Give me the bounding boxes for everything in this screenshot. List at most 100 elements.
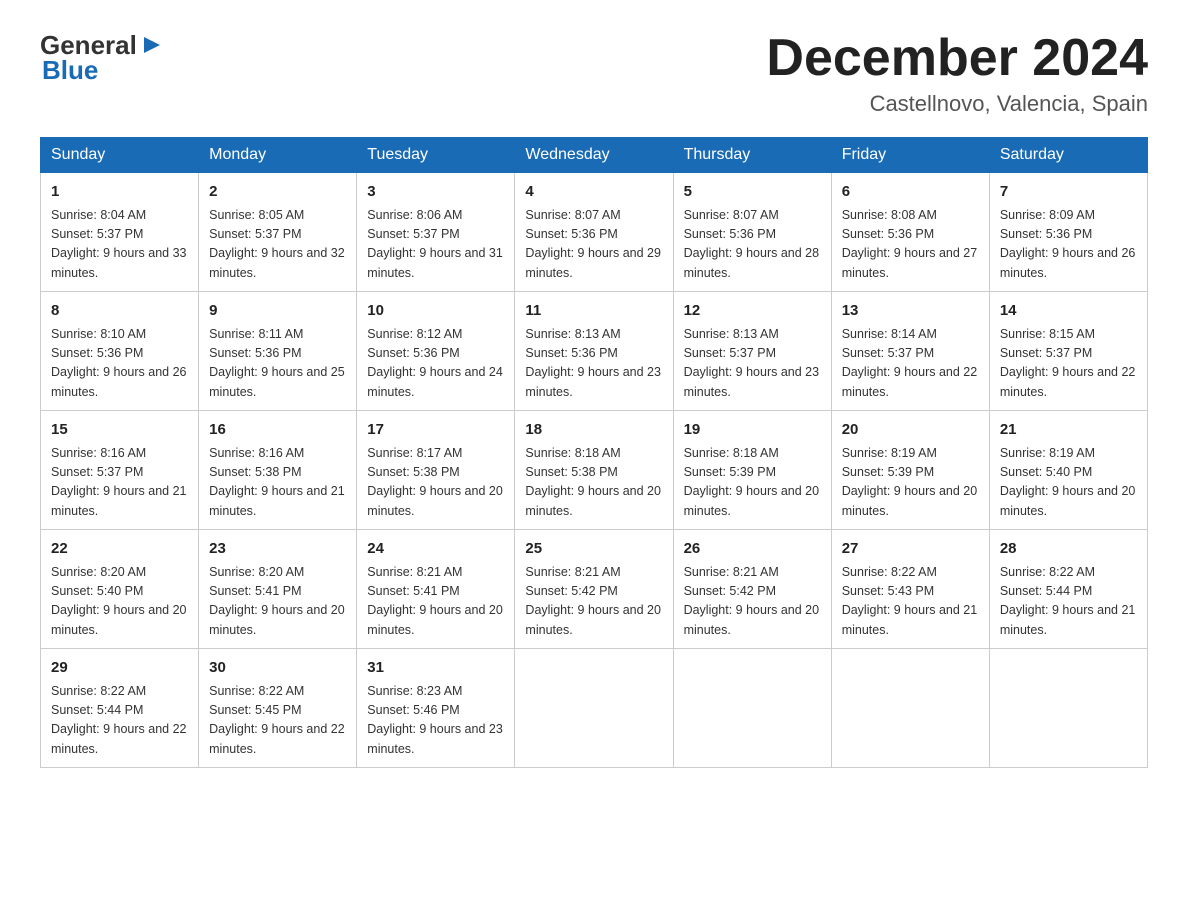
day-number: 23: [209, 538, 346, 561]
calendar-header-tuesday: Tuesday: [357, 138, 515, 173]
day-number: 6: [842, 181, 979, 204]
day-info: Sunrise: 8:07 AMSunset: 5:36 PMDaylight:…: [525, 206, 662, 284]
calendar-cell: 19Sunrise: 8:18 AMSunset: 5:39 PMDayligh…: [673, 411, 831, 530]
day-info: Sunrise: 8:14 AMSunset: 5:37 PMDaylight:…: [842, 325, 979, 403]
day-info: Sunrise: 8:18 AMSunset: 5:39 PMDaylight:…: [684, 444, 821, 522]
day-info: Sunrise: 8:22 AMSunset: 5:44 PMDaylight:…: [1000, 563, 1137, 641]
calendar-cell: 14Sunrise: 8:15 AMSunset: 5:37 PMDayligh…: [989, 292, 1147, 411]
day-number: 3: [367, 181, 504, 204]
day-info: Sunrise: 8:13 AMSunset: 5:37 PMDaylight:…: [684, 325, 821, 403]
day-info: Sunrise: 8:04 AMSunset: 5:37 PMDaylight:…: [51, 206, 188, 284]
calendar-cell: 24Sunrise: 8:21 AMSunset: 5:41 PMDayligh…: [357, 530, 515, 649]
day-info: Sunrise: 8:18 AMSunset: 5:38 PMDaylight:…: [525, 444, 662, 522]
day-info: Sunrise: 8:11 AMSunset: 5:36 PMDaylight:…: [209, 325, 346, 403]
day-info: Sunrise: 8:17 AMSunset: 5:38 PMDaylight:…: [367, 444, 504, 522]
day-number: 7: [1000, 181, 1137, 204]
day-info: Sunrise: 8:15 AMSunset: 5:37 PMDaylight:…: [1000, 325, 1137, 403]
calendar-week-row: 29Sunrise: 8:22 AMSunset: 5:44 PMDayligh…: [41, 649, 1148, 768]
calendar-cell: 17Sunrise: 8:17 AMSunset: 5:38 PMDayligh…: [357, 411, 515, 530]
day-info: Sunrise: 8:09 AMSunset: 5:36 PMDaylight:…: [1000, 206, 1137, 284]
day-number: 27: [842, 538, 979, 561]
day-info: Sunrise: 8:16 AMSunset: 5:37 PMDaylight:…: [51, 444, 188, 522]
calendar-cell: 22Sunrise: 8:20 AMSunset: 5:40 PMDayligh…: [41, 530, 199, 649]
calendar-cell: 31Sunrise: 8:23 AMSunset: 5:46 PMDayligh…: [357, 649, 515, 768]
calendar-table: SundayMondayTuesdayWednesdayThursdayFrid…: [40, 137, 1148, 768]
day-info: Sunrise: 8:16 AMSunset: 5:38 PMDaylight:…: [209, 444, 346, 522]
day-number: 2: [209, 181, 346, 204]
calendar-cell: 29Sunrise: 8:22 AMSunset: 5:44 PMDayligh…: [41, 649, 199, 768]
calendar-cell: 6Sunrise: 8:08 AMSunset: 5:36 PMDaylight…: [831, 173, 989, 292]
day-info: Sunrise: 8:08 AMSunset: 5:36 PMDaylight:…: [842, 206, 979, 284]
day-number: 28: [1000, 538, 1137, 561]
calendar-header-row: SundayMondayTuesdayWednesdayThursdayFrid…: [41, 138, 1148, 173]
title-block: December 2024 Castellnovo, Valencia, Spa…: [766, 30, 1148, 117]
day-number: 19: [684, 419, 821, 442]
calendar-cell: [515, 649, 673, 768]
calendar-cell: 8Sunrise: 8:10 AMSunset: 5:36 PMDaylight…: [41, 292, 199, 411]
day-info: Sunrise: 8:13 AMSunset: 5:36 PMDaylight:…: [525, 325, 662, 403]
calendar-cell: 1Sunrise: 8:04 AMSunset: 5:37 PMDaylight…: [41, 173, 199, 292]
day-number: 11: [525, 300, 662, 323]
calendar-cell: 12Sunrise: 8:13 AMSunset: 5:37 PMDayligh…: [673, 292, 831, 411]
day-info: Sunrise: 8:07 AMSunset: 5:36 PMDaylight:…: [684, 206, 821, 284]
day-number: 26: [684, 538, 821, 561]
day-number: 5: [684, 181, 821, 204]
day-info: Sunrise: 8:19 AMSunset: 5:40 PMDaylight:…: [1000, 444, 1137, 522]
day-number: 9: [209, 300, 346, 323]
day-info: Sunrise: 8:21 AMSunset: 5:42 PMDaylight:…: [525, 563, 662, 641]
day-number: 30: [209, 657, 346, 680]
calendar-week-row: 1Sunrise: 8:04 AMSunset: 5:37 PMDaylight…: [41, 173, 1148, 292]
calendar-cell: 25Sunrise: 8:21 AMSunset: 5:42 PMDayligh…: [515, 530, 673, 649]
subtitle: Castellnovo, Valencia, Spain: [766, 91, 1148, 117]
day-info: Sunrise: 8:22 AMSunset: 5:44 PMDaylight:…: [51, 682, 188, 760]
day-info: Sunrise: 8:22 AMSunset: 5:45 PMDaylight:…: [209, 682, 346, 760]
day-number: 21: [1000, 419, 1137, 442]
calendar-cell: 20Sunrise: 8:19 AMSunset: 5:39 PMDayligh…: [831, 411, 989, 530]
day-number: 12: [684, 300, 821, 323]
day-number: 25: [525, 538, 662, 561]
day-info: Sunrise: 8:05 AMSunset: 5:37 PMDaylight:…: [209, 206, 346, 284]
calendar-cell: 28Sunrise: 8:22 AMSunset: 5:44 PMDayligh…: [989, 530, 1147, 649]
calendar-cell: 2Sunrise: 8:05 AMSunset: 5:37 PMDaylight…: [199, 173, 357, 292]
day-number: 13: [842, 300, 979, 323]
calendar-cell: 11Sunrise: 8:13 AMSunset: 5:36 PMDayligh…: [515, 292, 673, 411]
day-info: Sunrise: 8:20 AMSunset: 5:40 PMDaylight:…: [51, 563, 188, 641]
day-number: 4: [525, 181, 662, 204]
calendar-header-saturday: Saturday: [989, 138, 1147, 173]
calendar-cell: 18Sunrise: 8:18 AMSunset: 5:38 PMDayligh…: [515, 411, 673, 530]
day-info: Sunrise: 8:06 AMSunset: 5:37 PMDaylight:…: [367, 206, 504, 284]
day-info: Sunrise: 8:22 AMSunset: 5:43 PMDaylight:…: [842, 563, 979, 641]
calendar-cell: 7Sunrise: 8:09 AMSunset: 5:36 PMDaylight…: [989, 173, 1147, 292]
calendar-header-monday: Monday: [199, 138, 357, 173]
page-header: General Blue December 2024 Castellnovo, …: [40, 30, 1148, 117]
calendar-cell: 13Sunrise: 8:14 AMSunset: 5:37 PMDayligh…: [831, 292, 989, 411]
day-info: Sunrise: 8:20 AMSunset: 5:41 PMDaylight:…: [209, 563, 346, 641]
calendar-cell: [831, 649, 989, 768]
day-number: 10: [367, 300, 504, 323]
day-number: 16: [209, 419, 346, 442]
day-info: Sunrise: 8:23 AMSunset: 5:46 PMDaylight:…: [367, 682, 504, 760]
day-number: 18: [525, 419, 662, 442]
calendar-cell: [989, 649, 1147, 768]
day-number: 15: [51, 419, 188, 442]
calendar-cell: 23Sunrise: 8:20 AMSunset: 5:41 PMDayligh…: [199, 530, 357, 649]
day-number: 1: [51, 181, 188, 204]
day-info: Sunrise: 8:12 AMSunset: 5:36 PMDaylight:…: [367, 325, 504, 403]
main-title: December 2024: [766, 30, 1148, 87]
calendar-cell: 27Sunrise: 8:22 AMSunset: 5:43 PMDayligh…: [831, 530, 989, 649]
day-info: Sunrise: 8:21 AMSunset: 5:42 PMDaylight:…: [684, 563, 821, 641]
day-info: Sunrise: 8:19 AMSunset: 5:39 PMDaylight:…: [842, 444, 979, 522]
day-info: Sunrise: 8:10 AMSunset: 5:36 PMDaylight:…: [51, 325, 188, 403]
calendar-cell: 21Sunrise: 8:19 AMSunset: 5:40 PMDayligh…: [989, 411, 1147, 530]
day-number: 14: [1000, 300, 1137, 323]
day-number: 8: [51, 300, 188, 323]
calendar-cell: 3Sunrise: 8:06 AMSunset: 5:37 PMDaylight…: [357, 173, 515, 292]
logo-arrow-icon: [140, 34, 162, 56]
calendar-cell: 9Sunrise: 8:11 AMSunset: 5:36 PMDaylight…: [199, 292, 357, 411]
calendar-cell: [673, 649, 831, 768]
calendar-cell: 30Sunrise: 8:22 AMSunset: 5:45 PMDayligh…: [199, 649, 357, 768]
calendar-header-thursday: Thursday: [673, 138, 831, 173]
calendar-cell: 10Sunrise: 8:12 AMSunset: 5:36 PMDayligh…: [357, 292, 515, 411]
day-number: 31: [367, 657, 504, 680]
calendar-week-row: 15Sunrise: 8:16 AMSunset: 5:37 PMDayligh…: [41, 411, 1148, 530]
